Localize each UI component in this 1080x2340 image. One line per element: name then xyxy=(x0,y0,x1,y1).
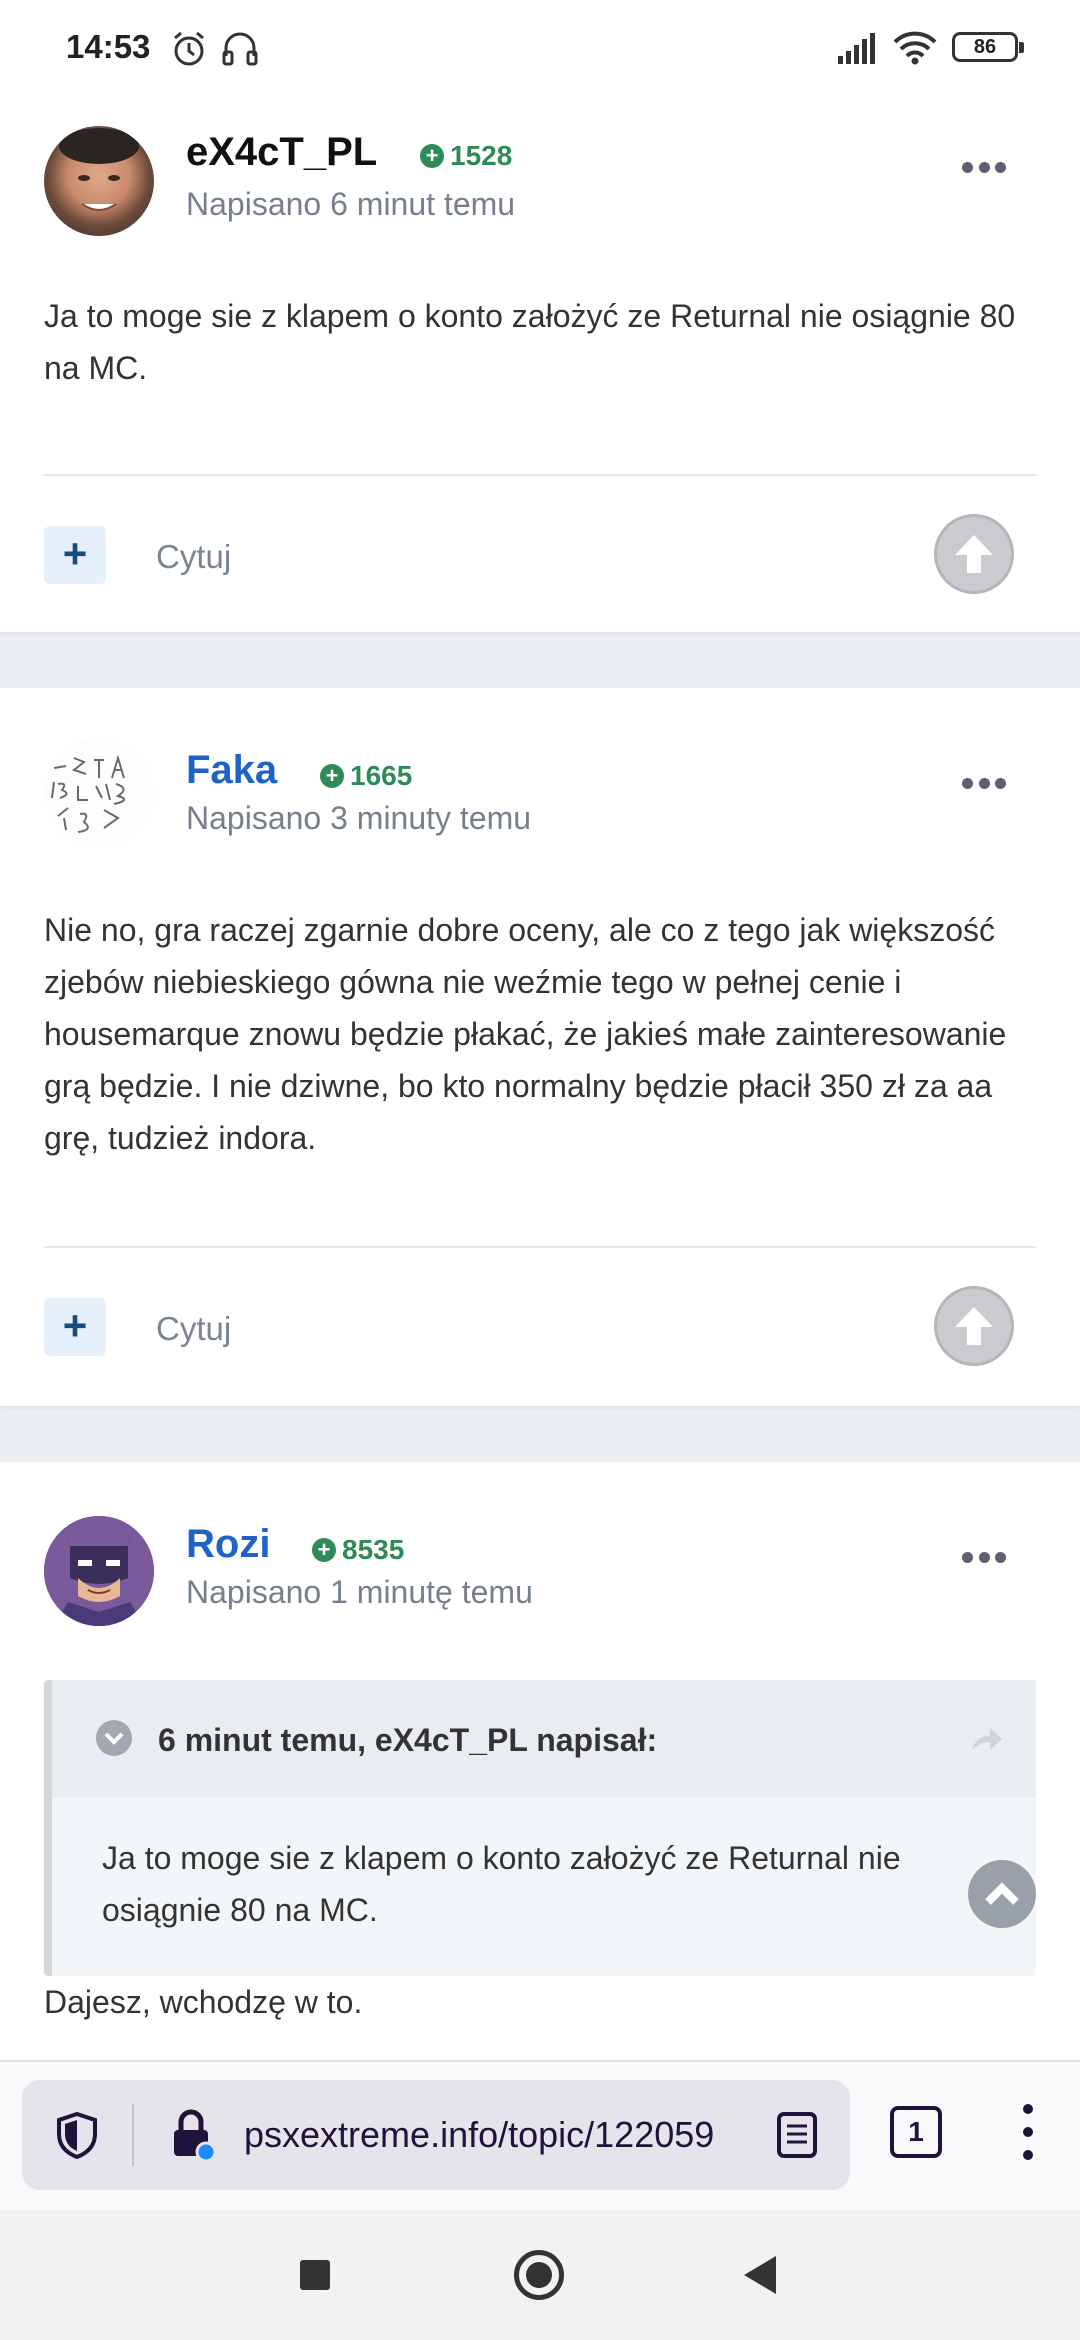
status-time: 14:53 xyxy=(66,28,151,65)
browser-toolbar: psxextreme.info/topic/122059 1 xyxy=(0,2060,1080,2210)
post-content: Dajesz, wchodzę w to. xyxy=(44,1984,363,2020)
divider xyxy=(44,474,1036,476)
post-author[interactable]: eX4cT_PL xyxy=(186,130,377,175)
avatar[interactable] xyxy=(44,126,154,236)
plus-circle-icon: + xyxy=(420,144,444,168)
share-arrow-icon[interactable] xyxy=(968,1724,1004,1754)
quote-block: 6 minut temu, eX4cT_PL napisał: Ja to mo… xyxy=(44,1680,1036,1976)
post-author[interactable]: Faka xyxy=(186,748,277,793)
wifi-icon xyxy=(893,31,937,65)
arrow-up-icon xyxy=(955,535,993,573)
post-date[interactable]: Napisano 6 minut temu xyxy=(186,186,515,223)
post-author[interactable]: Rozi xyxy=(186,1522,270,1567)
reputation-badge: + 8535 xyxy=(312,1534,404,1566)
upvote-button[interactable] xyxy=(934,514,1014,594)
multiquote-button[interactable]: + xyxy=(44,1298,106,1356)
post-date[interactable]: Napisano 3 minuty temu xyxy=(186,800,531,837)
more-options-icon[interactable] xyxy=(962,1552,1006,1566)
headphones-icon xyxy=(222,32,258,66)
forum-post: Faka + 1665 Napisano 3 minuty temu Nie n… xyxy=(0,688,1080,1406)
system-nav-bar xyxy=(0,2210,1080,2340)
quote-button[interactable]: Cytuj xyxy=(156,538,231,576)
reputation-value: 1528 xyxy=(450,140,513,171)
scroll-top-button[interactable] xyxy=(968,1860,1036,1928)
status-bar: 14:53 86 xyxy=(0,0,1080,76)
back-button[interactable] xyxy=(744,2256,776,2294)
quote-body: Ja to moge sie z klapem o konto założyć … xyxy=(102,1840,901,1928)
lock-icon[interactable] xyxy=(170,2108,216,2164)
signal-icon xyxy=(838,33,875,64)
divider xyxy=(44,1246,1036,1248)
more-options-icon[interactable] xyxy=(962,162,1006,176)
multiquote-button[interactable]: + xyxy=(44,526,106,584)
reputation-value: 8535 xyxy=(342,1534,405,1565)
recents-button[interactable] xyxy=(300,2260,330,2290)
quote-button[interactable]: Cytuj xyxy=(156,1310,231,1348)
upvote-button[interactable] xyxy=(934,1286,1014,1366)
url-text[interactable]: psxextreme.info/topic/122059 xyxy=(244,2114,784,2156)
tab-counter-button[interactable]: 1 xyxy=(890,2106,942,2158)
avatar[interactable] xyxy=(44,1516,154,1626)
reputation-value: 1665 xyxy=(350,760,413,791)
chevron-down-icon[interactable] xyxy=(96,1720,132,1756)
shield-icon[interactable] xyxy=(54,2110,100,2160)
chevron-up-icon xyxy=(985,1882,1019,1905)
reader-view-icon[interactable] xyxy=(774,2110,820,2160)
plus-circle-icon: + xyxy=(320,764,344,788)
avatar[interactable] xyxy=(44,738,154,848)
more-options-icon[interactable] xyxy=(962,778,1006,792)
reputation-badge: + 1665 xyxy=(320,760,412,792)
divider xyxy=(132,2104,134,2166)
post-date[interactable]: Napisano 1 minutę temu xyxy=(186,1574,533,1611)
post-content: Nie no, gra raczej zgarnie dobre oceny, … xyxy=(44,912,1007,1156)
post-content: Ja to moge sie z klapem o konto założyć … xyxy=(44,298,1016,386)
battery-indicator: 86 xyxy=(952,32,1024,62)
reputation-badge: + 1528 xyxy=(420,140,512,172)
menu-icon[interactable] xyxy=(1022,2104,1034,2160)
alarm-icon xyxy=(174,31,204,66)
plus-circle-icon: + xyxy=(312,1538,336,1562)
home-button[interactable] xyxy=(514,2250,564,2300)
quote-title: 6 minut temu, eX4cT_PL napisał: xyxy=(158,1722,658,1758)
forum-post: eX4cT_PL + 1528 Napisano 6 minut temu Ja… xyxy=(0,76,1080,632)
quote-header[interactable]: 6 minut temu, eX4cT_PL napisał: xyxy=(52,1680,1036,1798)
address-bar[interactable]: psxextreme.info/topic/122059 xyxy=(22,2080,850,2190)
arrow-up-icon xyxy=(955,1307,993,1345)
